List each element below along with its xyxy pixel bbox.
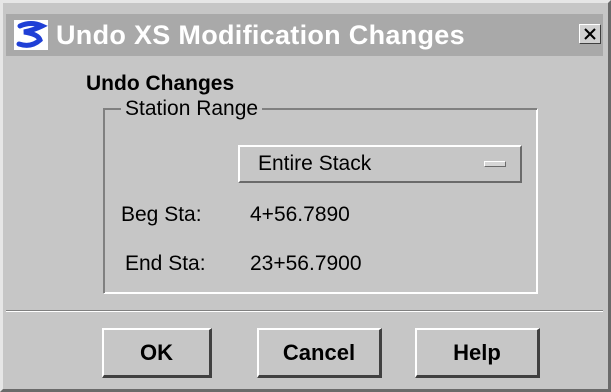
window-title: Undo XS Modification Changes bbox=[56, 20, 465, 50]
close-button[interactable] bbox=[579, 24, 601, 44]
beg-sta-value: 4+56.7890 bbox=[250, 203, 350, 226]
station-range-dropdown[interactable]: Entire Stack bbox=[238, 145, 522, 183]
station-range-legend: Station Range bbox=[121, 97, 263, 121]
title-bar[interactable]: Undo XS Modification Changes bbox=[6, 14, 603, 56]
app-logo-icon bbox=[14, 20, 48, 50]
dropdown-indicator-icon bbox=[484, 161, 506, 167]
dropdown-selected-value: Entire Stack bbox=[258, 152, 372, 175]
end-sta-value: 23+56.7900 bbox=[250, 252, 362, 275]
help-button[interactable]: Help bbox=[415, 328, 540, 378]
button-separator bbox=[6, 310, 603, 312]
cancel-button[interactable]: Cancel bbox=[257, 328, 382, 378]
section-title: Undo Changes bbox=[86, 72, 235, 95]
close-icon bbox=[584, 28, 596, 40]
ok-button[interactable]: OK bbox=[102, 328, 212, 378]
end-sta-label: End Sta: bbox=[125, 252, 206, 275]
beg-sta-label: Beg Sta: bbox=[121, 203, 202, 226]
